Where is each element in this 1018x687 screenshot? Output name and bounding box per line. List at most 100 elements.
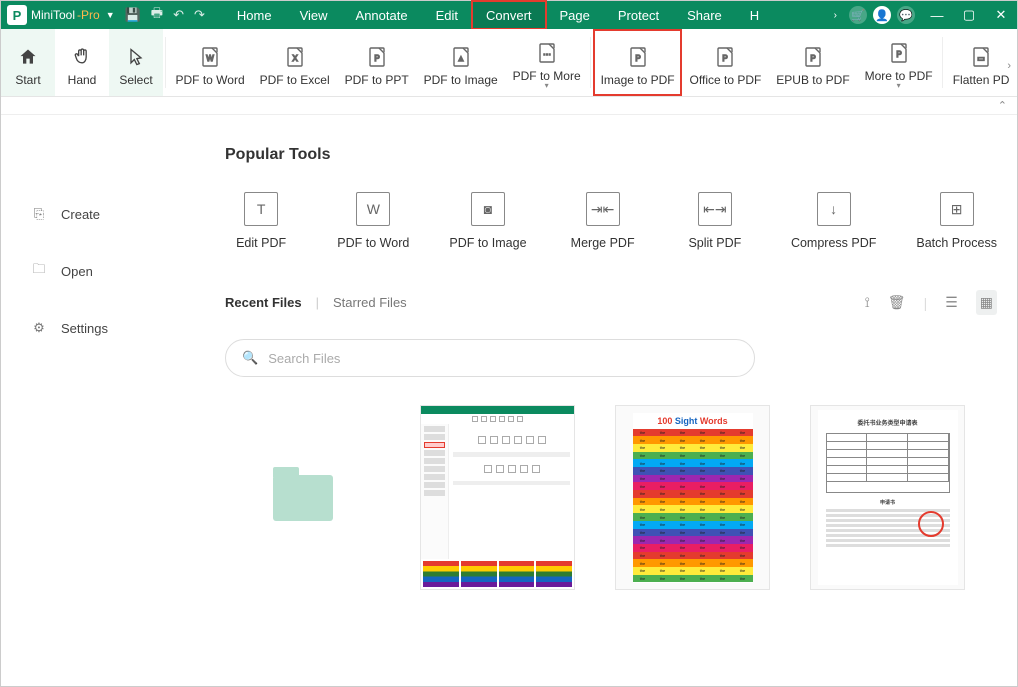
menu-tab-annotate[interactable]: Annotate — [342, 1, 422, 29]
cart-icon[interactable]: 🛒 — [849, 6, 867, 24]
ribbon-label: EPUB to PDF — [776, 73, 849, 87]
sidebar-item-create[interactable]: ⎘ Create — [1, 196, 201, 232]
tool-label: Compress PDF — [791, 236, 876, 250]
popular-edit-pdf[interactable]: TEdit PDF — [225, 192, 297, 250]
redo-icon[interactable]: ↷ — [194, 7, 205, 23]
ribbon-label: PDF to PPT — [345, 73, 409, 87]
popular-pdf-to-word[interactable]: WPDF to Word — [337, 192, 409, 250]
tool-icon: ⇥⇤ — [586, 192, 620, 226]
menu-tab-convert[interactable]: Convert — [472, 1, 546, 29]
create-icon: ⎘ — [31, 206, 47, 222]
imgpdf-icon: P — [626, 43, 650, 71]
save-icon[interactable]: 💾 — [125, 7, 141, 23]
menu-tab-home[interactable]: Home — [223, 1, 286, 29]
ribbon-epub-to-pdf[interactable]: P EPUB to PDF — [769, 29, 857, 96]
recent-file-2[interactable]: 100 Sight Words thethethethethethethethe… — [615, 405, 770, 590]
recent-file-3[interactable]: 委托书业务类型申请表 申请书 — [810, 405, 965, 590]
menu-tab-h[interactable]: H — [736, 1, 773, 29]
undo-icon[interactable]: ↶ — [173, 7, 184, 23]
ribbon-label: Image to PDF — [601, 73, 675, 87]
ribbon-flatten-pd[interactable]: ▭ Flatten PD — [945, 29, 1017, 96]
svg-text:W: W — [206, 54, 214, 63]
ribbon-collapse-row: ⌃ — [1, 97, 1017, 115]
flatten-icon: ▭ — [969, 43, 993, 71]
dropdown-icon: ▾ — [897, 81, 901, 90]
sidebar-item-label: Create — [61, 207, 100, 222]
tool-label: PDF to Word — [337, 236, 409, 250]
link-icon[interactable]: ⟟ — [865, 294, 870, 311]
ribbon-toolbar: Start Hand Select WPDF to Word X PDF to Excel… — [1, 29, 1017, 97]
tab-starred-files[interactable]: Starred Files — [333, 295, 407, 310]
recent-file-1[interactable] — [420, 405, 575, 590]
x-icon: X — [283, 43, 307, 71]
popular-compress-pdf[interactable]: ↓ Compress PDF — [791, 192, 876, 250]
tool-label: Edit PDF — [236, 236, 286, 250]
menu-tab-page[interactable]: Page — [546, 1, 604, 29]
ribbon-label: PDF to Excel — [260, 73, 330, 87]
grid-view-icon[interactable]: ▦ — [976, 290, 997, 315]
title-dropdown-icon[interactable]: ▼ — [106, 10, 115, 20]
search-files-input[interactable]: 🔍 Search Files — [225, 339, 755, 377]
ribbon-more-to-pdf[interactable]: PMore to PDF▾ — [857, 29, 940, 96]
cursor-icon — [126, 43, 146, 71]
tool-label: PDF to Image — [449, 236, 526, 250]
tool-label: Batch Process — [916, 236, 997, 250]
ribbon-label: Flatten PD — [953, 73, 1010, 87]
ribbon-start[interactable]: Start — [1, 29, 55, 96]
office-icon: P — [713, 43, 737, 71]
menu-tab-edit[interactable]: Edit — [422, 1, 472, 29]
popular-batch-process[interactable]: ⊞Batch Process — [916, 192, 997, 250]
popular-split-pdf[interactable]: ⇤⇥Split PDF — [679, 192, 751, 250]
print-icon[interactable]: 🖶 — [151, 4, 163, 26]
sidebar-item-open[interactable]: 🗀Open — [1, 250, 201, 292]
ribbon-select[interactable]: Select — [109, 29, 163, 96]
w-icon: W — [198, 43, 222, 71]
menu-tab-share[interactable]: Share — [673, 1, 736, 29]
svg-text:⋯: ⋯ — [543, 50, 551, 59]
ribbon-pdf-to-image[interactable]: ▲PDF to Image — [416, 29, 505, 96]
menu-tab-protect[interactable]: Protect — [604, 1, 673, 29]
tab-recent-files[interactable]: Recent Files — [225, 295, 302, 310]
delete-icon[interactable]: 🗑 — [888, 294, 906, 311]
svg-text:P: P — [810, 54, 815, 63]
ribbon-scroll-icon[interactable]: › — [1007, 60, 1011, 72]
popular-merge-pdf[interactable]: ⇥⇤Merge PDF — [567, 192, 639, 250]
minimize-button[interactable]: — — [921, 1, 953, 29]
ribbon-label: Select — [119, 73, 152, 87]
svg-text:▲: ▲ — [457, 54, 465, 63]
recent-toolbar: ⟟ 🗑 | ☰ ▦ — [865, 290, 997, 315]
open-icon: 🗀 — [31, 260, 47, 282]
quick-access-toolbar: 💾 🖶 ↶ ↷ — [125, 4, 205, 26]
menu-tab-view[interactable]: View — [286, 1, 342, 29]
tool-icon: ⇤⇥ — [698, 192, 732, 226]
user-icon[interactable]: 👤 — [873, 6, 891, 24]
chat-icon[interactable]: 💬 — [897, 6, 915, 24]
ribbon-pdf-to-more[interactable]: ⋯PDF to More▾ — [505, 29, 588, 96]
menu-tabs: HomeViewAnnotateEditConvertPageProtectSh… — [223, 1, 834, 29]
svg-text:P: P — [896, 50, 901, 59]
close-button[interactable]: ✕ — [985, 1, 1017, 29]
app-title: MiniTool-Pro — [31, 8, 100, 22]
ribbon-label: Hand — [68, 73, 97, 87]
search-placeholder: Search Files — [268, 351, 340, 366]
maximize-button[interactable]: ▢ — [953, 1, 985, 29]
sidebar: ⎘ Create 🗀Open ⚙ Settings — [1, 116, 201, 686]
ribbon-pdf-to-ppt[interactable]: PPDF to PPT — [337, 29, 416, 96]
tabs-scroll-icon[interactable]: › — [834, 10, 837, 21]
sidebar-item-label: Settings — [61, 321, 108, 336]
tool-icon: ◙ — [471, 192, 505, 226]
tool-icon: ↓ — [817, 192, 851, 226]
list-view-icon[interactable]: ☰ — [945, 294, 958, 311]
popular-pdf-to-image[interactable]: ◙ PDF to Image — [449, 192, 526, 250]
ribbon-image-to-pdf[interactable]: P Image to PDF — [593, 29, 682, 96]
svg-text:▭: ▭ — [977, 54, 985, 63]
ribbon-office-to-pdf[interactable]: POffice to PDF — [682, 29, 769, 96]
collapse-ribbon-icon[interactable]: ⌃ — [998, 99, 1007, 112]
recent-files-header: Recent Files | Starred Files ⟟ 🗑 | ☰ ▦ — [225, 290, 997, 315]
open-folder-tile[interactable] — [225, 405, 380, 590]
ribbon-pdf-to-word[interactable]: WPDF to Word — [168, 29, 252, 96]
settings-icon: ⚙ — [31, 320, 47, 336]
sidebar-item-settings[interactable]: ⚙ Settings — [1, 310, 201, 346]
ribbon-pdf-to-excel[interactable]: X PDF to Excel — [252, 29, 337, 96]
ribbon-hand[interactable]: Hand — [55, 29, 109, 96]
